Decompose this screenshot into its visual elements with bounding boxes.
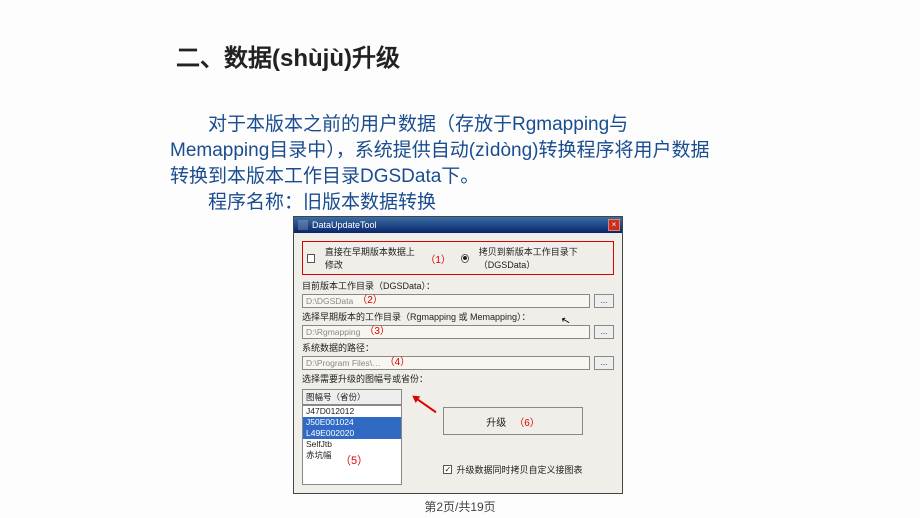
value-old-dir: D:\Rgmapping	[306, 325, 360, 339]
label-current-dir: 目前版本工作目录（DGSData）：	[302, 279, 614, 292]
upgrade-button[interactable]: 升级 （6）	[443, 407, 583, 435]
annotation-4: （4）	[385, 356, 411, 370]
paragraph-program-name: 程序名称：旧版本数据转换	[170, 187, 725, 214]
browse-button-sys[interactable]: ...	[594, 356, 614, 370]
list-item[interactable]: J50E001024	[303, 417, 401, 428]
list-item[interactable]: SelfJtb	[303, 439, 401, 450]
field-current-dir: 目前版本工作目录（DGSData）： D:\DGSData （2） ...	[302, 279, 614, 308]
browse-button-old[interactable]: ...	[594, 325, 614, 339]
input-old-dir[interactable]: D:\Rgmapping （3）	[302, 325, 590, 339]
sheet-list: 图幅号（省份） J47D012012 J50E001024 L49E002020…	[302, 389, 402, 485]
option-group-highlight: 直接在早期版本数据上修改 （1） 拷贝到新版本工作目录下（DGSData）	[302, 241, 614, 275]
value-sys-path: D:\Program Files\…	[306, 356, 381, 370]
input-current-dir[interactable]: D:\DGSData （2）	[302, 294, 590, 308]
section-heading: 二、数据(shùjù)升级	[176, 38, 400, 73]
window-titlebar: DataUpdateTool ×	[294, 217, 622, 233]
annotation-1: （1）	[425, 251, 451, 266]
option-copy-to-new-label: 拷贝到新版本工作目录下（DGSData）	[479, 245, 609, 271]
upgrade-button-label: 升级	[486, 414, 506, 429]
browse-button-current[interactable]: ...	[594, 294, 614, 308]
close-icon[interactable]: ×	[608, 219, 620, 231]
list-item[interactable]: L49E002020	[303, 428, 401, 439]
annotation-6: （6）	[514, 414, 540, 429]
window-title: DataUpdateTool	[312, 220, 377, 230]
paragraph-intro: 对于本版本之前的用户数据（存放于Rgmapping与Memapping目录中），…	[170, 112, 725, 191]
radio-copy-to-new[interactable]	[461, 254, 469, 263]
list-header: 图幅号（省份）	[302, 389, 402, 405]
label-list-select: 选择需要升级的图幅号或省份：	[302, 372, 614, 385]
checkbox-copy-jtb[interactable]	[443, 465, 452, 474]
page-number: 第2页/共19页	[0, 498, 920, 515]
annotation-5: （5）	[340, 452, 368, 468]
field-sys-path: 系统数据的路径： D:\Program Files\… （4） ...	[302, 341, 614, 370]
annotation-3: （3）	[364, 325, 390, 339]
input-sys-path[interactable]: D:\Program Files\… （4）	[302, 356, 590, 370]
option-modify-inplace-label: 直接在早期版本数据上修改	[325, 245, 415, 271]
list-box[interactable]: J47D012012 J50E001024 L49E002020 SelfJtb…	[302, 405, 402, 485]
checkbox-copy-jtb-label: 升级数据同时拷贝自定义接图表	[456, 463, 582, 476]
checkbox-modify-inplace[interactable]	[307, 254, 315, 263]
label-list: 选择需要升级的图幅号或省份：	[302, 372, 614, 385]
value-current-dir: D:\DGSData	[306, 294, 353, 308]
checkbox-copy-jtb-line: 升级数据同时拷贝自定义接图表	[443, 463, 582, 476]
annotation-2: （2）	[357, 294, 383, 308]
list-item[interactable]: J47D012012	[303, 406, 401, 417]
app-icon	[298, 220, 308, 230]
label-sys-path: 系统数据的路径：	[302, 341, 614, 354]
